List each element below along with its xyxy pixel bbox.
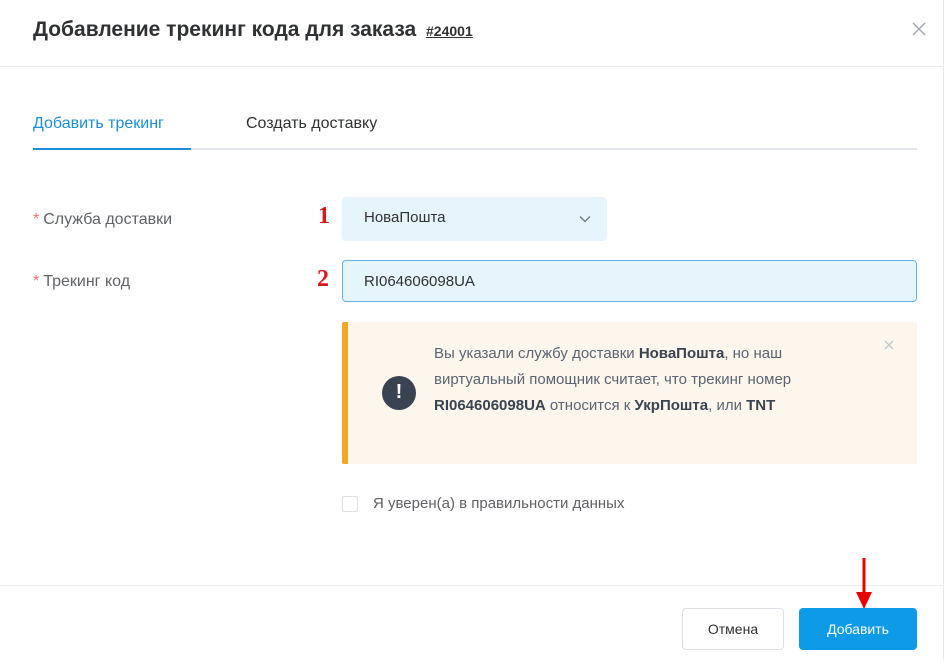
tracking-code-input[interactable]: RI064606098UA — [342, 260, 917, 302]
delivery-service-label: * Служба доставки — [33, 211, 172, 229]
tab-add-tracking[interactable]: Добавить трекинг — [33, 115, 164, 133]
delivery-service-value: НоваПошта — [364, 209, 446, 226]
annotation-number-1: 1 — [318, 203, 330, 229]
cancel-button[interactable]: Отмена — [682, 608, 784, 650]
modal-title-text: Добавление трекинг кода для заказа — [33, 18, 417, 41]
tracking-code-label-text: Трекинг код — [43, 273, 131, 290]
modal-title: Добавление трекинг кода для заказа #2400… — [33, 18, 473, 42]
warning-alert: ! Вы указали службу доставки НоваПошта, … — [342, 322, 917, 464]
delivery-service-label-text: Служба доставки — [43, 211, 173, 228]
required-mark: * — [33, 273, 40, 290]
confirm-checkbox-label: Я уверен(а) в правильности данных — [373, 495, 625, 512]
delivery-service-select[interactable]: НоваПошта — [342, 197, 607, 241]
arrow-down-icon — [856, 558, 872, 609]
tabs-bar: Добавить трекинг Создать доставку — [33, 108, 917, 150]
alert-close-icon[interactable] — [883, 338, 895, 350]
exclamation-icon: ! — [382, 376, 416, 410]
alert-suggested-1: УкрПошта — [634, 397, 709, 414]
add-button[interactable]: Добавить — [799, 608, 917, 650]
tracking-code-value: RI064606098UA — [364, 273, 475, 290]
close-icon[interactable] — [908, 18, 930, 40]
tab-create-delivery[interactable]: Создать доставку — [246, 115, 377, 133]
active-tab-indicator — [33, 148, 191, 150]
required-mark: * — [33, 211, 40, 228]
alert-service: НоваПошта — [638, 345, 725, 362]
confirm-checkbox[interactable] — [342, 496, 358, 512]
modal-header: Добавление трекинг кода для заказа #2400… — [0, 0, 944, 67]
annotation-number-2: 2 — [317, 266, 329, 292]
tracking-code-label: * Трекинг код — [33, 273, 130, 291]
chevron-down-icon — [577, 211, 593, 227]
alert-suggested-2: TNT — [746, 397, 776, 414]
alert-code: RI064606098UA — [434, 397, 546, 414]
order-number-link[interactable]: #24001 — [426, 23, 473, 39]
alert-message: Вы указали службу доставки НоваПошта, но… — [434, 345, 792, 414]
